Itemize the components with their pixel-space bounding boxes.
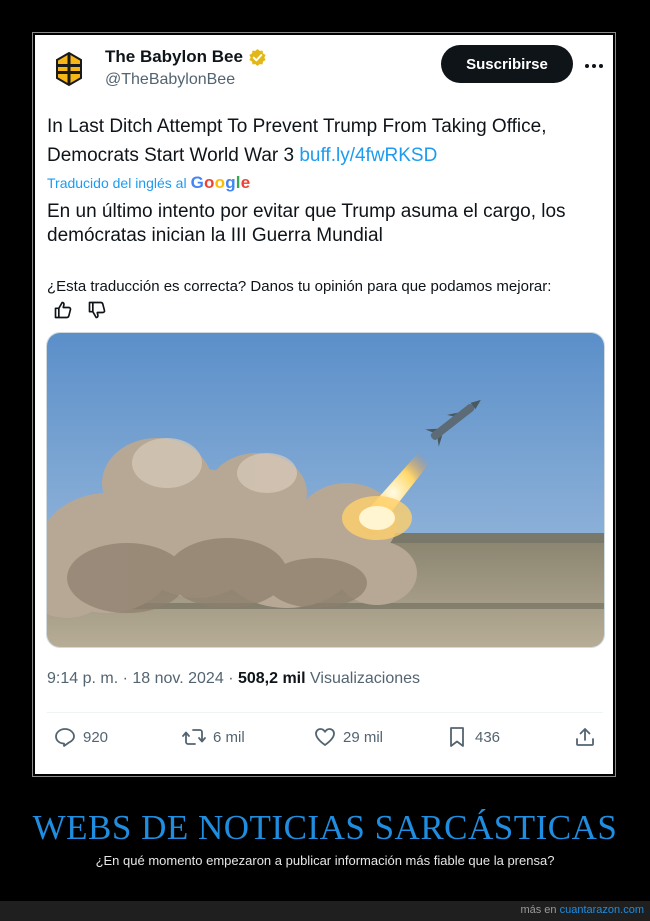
verified-badge-icon: [249, 48, 266, 66]
repost-button[interactable]: 6 mil: [181, 725, 245, 749]
translated-text: En un último intento por evitar que Trum…: [47, 201, 566, 246]
tweet-link[interactable]: buff.ly/4fwRKSD: [299, 145, 437, 166]
avatar[interactable]: [49, 49, 89, 89]
tweet-image-missile-launch[interactable]: [46, 332, 605, 648]
footer-text: más en cuantarazon.com: [520, 904, 644, 916]
footer-bar: más en cuantarazon.com: [0, 901, 650, 921]
account-name-label: The Babylon Bee: [105, 47, 243, 66]
reply-icon: [55, 728, 75, 747]
meta-separator: ·: [228, 670, 238, 687]
like-count: 29 mil: [343, 728, 384, 746]
translation-feedback: ¿Esta traducción es correcta? Danos tu o…: [47, 275, 603, 321]
footer-site-link[interactable]: cuantarazon.com: [560, 904, 644, 916]
tweet-meta: 9:14 p. m. · 18 nov. 2024 · 508,2 mil Vi…: [47, 670, 420, 688]
like-button[interactable]: 29 mil: [313, 725, 383, 749]
repost-icon: [182, 729, 206, 745]
reply-button[interactable]: 920: [53, 725, 108, 749]
meta-separator: ·: [122, 670, 133, 687]
share-icon: [576, 728, 594, 746]
more-options-icon[interactable]: [583, 55, 605, 77]
views-label: Visualizaciones: [310, 670, 421, 687]
tweet-time[interactable]: 9:14 p. m.: [47, 670, 118, 687]
divider: [47, 712, 603, 713]
bookmark-count: 436: [475, 728, 501, 746]
google-logo: Google: [190, 173, 251, 192]
account-handle[interactable]: @TheBabylonBee: [105, 71, 235, 89]
views-count: 508,2 mil: [237, 670, 306, 687]
thumbs-down-icon[interactable]: [87, 300, 107, 320]
tweet-text: In Last Ditch Attempt To Prevent Trump F…: [47, 112, 603, 170]
repost-count: 6 mil: [213, 728, 245, 746]
feedback-question: ¿Esta traducción es correcta? Danos tu o…: [47, 278, 552, 295]
footer-prefix: más en: [520, 904, 557, 916]
translation-attribution[interactable]: Traducido del inglés al Google: [47, 173, 250, 193]
share-button[interactable]: [573, 725, 597, 749]
tweet-actions-bar: 920 6 mil 29 mil 436: [47, 725, 603, 755]
tweet-date[interactable]: 18 nov. 2024: [132, 670, 223, 687]
tweet-screenshot-frame: The Babylon Bee @TheBabylonBee Suscribir…: [32, 32, 616, 777]
account-name[interactable]: The Babylon Bee: [105, 47, 267, 67]
subscribe-button[interactable]: Suscribirse: [441, 45, 573, 83]
bookmark-button[interactable]: 436: [445, 725, 500, 749]
bee-logo-icon: [49, 49, 89, 89]
tweet-card: The Babylon Bee @TheBabylonBee Suscribir…: [35, 35, 613, 774]
tweet-body: In Last Ditch Attempt To Prevent Trump F…: [47, 116, 547, 166]
banner-subtitle: ¿En qué momento empezaron a publicar inf…: [95, 853, 555, 868]
translated-by-label: Traducido del inglés al: [47, 175, 187, 191]
banner-title: WEBS DE NOTICIAS SARCÁSTICAS: [32, 808, 618, 847]
thumbs-up-icon[interactable]: [53, 300, 73, 320]
heart-icon: [315, 728, 335, 746]
missile-launch-photo: [47, 333, 604, 647]
reply-count: 920: [83, 728, 109, 746]
bookmark-icon: [450, 727, 464, 747]
